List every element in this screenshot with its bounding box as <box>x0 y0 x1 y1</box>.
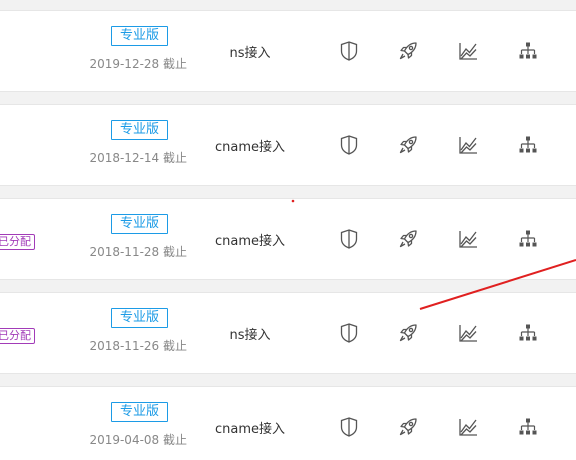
rocket-icon[interactable] <box>397 322 419 344</box>
domain-row: 已分配 专业版 2018-11-28 截止 cname接入 <box>0 198 576 280</box>
shield-icon[interactable] <box>338 322 360 344</box>
rocket-icon[interactable] <box>397 416 419 438</box>
domain-row: 专业版 2019-12-28 截止 ns接入 <box>0 10 576 92</box>
trend-chart-icon[interactable] <box>457 40 479 62</box>
expiry-date: 2018-11-28 截止 <box>89 245 187 259</box>
plan-badge: 专业版 <box>111 214 168 234</box>
rocket-icon[interactable] <box>397 40 419 62</box>
access-mode: ns接入 <box>229 46 271 61</box>
sitemap-icon[interactable] <box>517 134 539 156</box>
trend-chart-icon[interactable] <box>457 134 479 156</box>
sitemap-icon[interactable] <box>517 322 539 344</box>
shield-icon[interactable] <box>338 416 360 438</box>
sitemap-icon[interactable] <box>517 228 539 250</box>
access-mode: ns接入 <box>229 328 271 343</box>
expiry-date: 2018-11-26 截止 <box>89 339 187 353</box>
trend-chart-icon[interactable] <box>457 322 479 344</box>
sitemap-icon[interactable] <box>517 416 539 438</box>
sitemap-icon[interactable] <box>517 40 539 62</box>
plan-badge: 专业版 <box>111 120 168 140</box>
shield-icon[interactable] <box>338 134 360 156</box>
assigned-tag: 已分配 <box>0 328 35 344</box>
expiry-date: 2019-04-08 截止 <box>89 433 187 447</box>
access-mode: cname接入 <box>214 140 285 155</box>
trend-chart-icon[interactable] <box>457 416 479 438</box>
expiry-date: 2018-12-14 截止 <box>89 151 187 165</box>
expiry-date: 2019-12-28 截止 <box>89 57 187 71</box>
trend-chart-icon[interactable] <box>457 228 479 250</box>
shield-icon[interactable] <box>338 228 360 250</box>
assigned-tag: 已分配 <box>0 234 35 250</box>
shield-icon[interactable] <box>338 40 360 62</box>
access-mode: cname接入 <box>214 234 285 249</box>
rocket-icon[interactable] <box>397 134 419 156</box>
plan-badge: 专业版 <box>111 308 168 328</box>
domain-row: 已分配 专业版 2018-11-26 截止 ns接入 <box>0 292 576 374</box>
domain-row: 专业版 2018-12-14 截止 cname接入 <box>0 104 576 186</box>
access-mode: cname接入 <box>214 422 285 437</box>
plan-badge: 专业版 <box>111 26 168 46</box>
plan-badge: 专业版 <box>111 402 168 422</box>
rocket-icon[interactable] <box>397 228 419 250</box>
domain-row: 专业版 2019-04-08 截止 cname接入 <box>0 386 576 460</box>
